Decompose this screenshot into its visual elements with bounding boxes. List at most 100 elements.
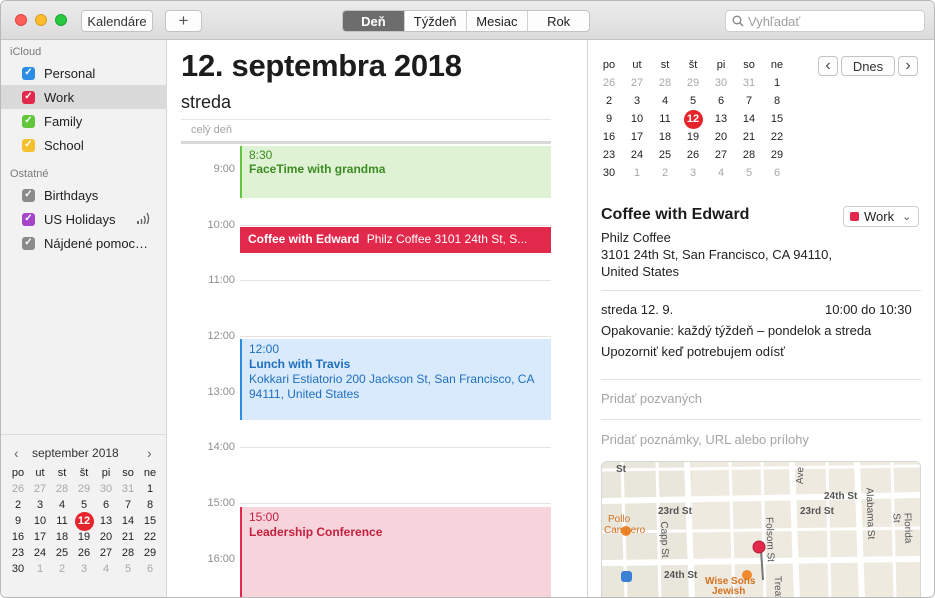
mini-left-day[interactable]: 8: [139, 499, 161, 511]
event-detail-location-name[interactable]: Philz Coffee: [601, 230, 671, 245]
mini-left-day[interactable]: 28: [51, 483, 73, 495]
sidebar-item-family[interactable]: ✓ Family: [1, 109, 167, 133]
sidebar-item-work[interactable]: ✓ Work: [1, 85, 167, 109]
mini-right-day[interactable]: 7: [738, 95, 760, 107]
mini-left-day[interactable]: 4: [95, 563, 117, 575]
mini-left-day[interactable]: 15: [139, 515, 161, 527]
mini-right-day[interactable]: 14: [738, 113, 760, 125]
mini-right-day[interactable]: 2: [654, 167, 676, 179]
mini-right-day[interactable]: 27: [626, 77, 648, 89]
mini-left-day[interactable]: 11: [51, 515, 73, 527]
mini-right-day[interactable]: 31: [738, 77, 760, 89]
calendar-picker[interactable]: Work ⌄: [843, 206, 919, 227]
mini-left-day[interactable]: 13: [95, 515, 117, 527]
mini-left-day[interactable]: 26: [7, 483, 29, 495]
mini-left-day[interactable]: 12: [73, 512, 95, 531]
mini-right-day[interactable]: 25: [654, 149, 676, 161]
mini-right-day[interactable]: 11: [654, 113, 676, 125]
mini-right-day[interactable]: 4: [654, 95, 676, 107]
event-detail-location-country[interactable]: United States: [601, 264, 679, 279]
mini-right-day[interactable]: 18: [654, 131, 676, 143]
mini-left-day[interactable]: 29: [139, 547, 161, 559]
event-detail-title[interactable]: Coffee with Edward: [601, 206, 749, 224]
mini-left-day[interactable]: 27: [29, 483, 51, 495]
sidebar-item-personal[interactable]: ✓ Personal: [1, 61, 167, 85]
search-field[interactable]: Vyhľadať: [725, 10, 925, 32]
mini-left-day[interactable]: 23: [7, 547, 29, 559]
mini-right-day[interactable]: 29: [766, 149, 788, 161]
mini-left-day[interactable]: 9: [7, 515, 29, 527]
mini-right-day[interactable]: 26: [598, 77, 620, 89]
mini-left-day[interactable]: 5: [73, 499, 95, 511]
mini-left-day[interactable]: 5: [117, 563, 139, 575]
sidebar-item-school[interactable]: ✓ School: [1, 133, 167, 157]
event-coffee-with-edward[interactable]: Coffee with Edward Philz Coffee 3101 24t…: [240, 227, 551, 253]
mini-right-day[interactable]: 23: [598, 149, 620, 161]
mini-right-day[interactable]: 9: [598, 113, 620, 125]
sidebar-item-found-in-apps[interactable]: ✓ Nájdené pomoc…: [1, 231, 167, 255]
mini-right-day[interactable]: 6: [766, 167, 788, 179]
mini-left-day[interactable]: 2: [51, 563, 73, 575]
mini-right-day[interactable]: 3: [682, 167, 704, 179]
mini-left-day[interactable]: 25: [51, 547, 73, 559]
mini-left-day[interactable]: 7: [117, 499, 139, 511]
mini-right-day[interactable]: 1: [626, 167, 648, 179]
mini-right-day[interactable]: 20: [710, 131, 732, 143]
event-detail-repeat[interactable]: Opakovanie: každý týždeň – pondelok a st…: [601, 323, 871, 338]
mini-right-day[interactable]: 24: [626, 149, 648, 161]
mini-left-day[interactable]: 30: [7, 563, 29, 575]
sidebar-item-birthdays[interactable]: ✓ Birthdays: [1, 183, 167, 207]
location-map[interactable]: St Ave 24th St 23rd St 23rd St 24th St P…: [601, 461, 921, 597]
add-notes-field[interactable]: Pridať poznámky, URL alebo prílohy: [601, 432, 809, 447]
event-lunch-with-travis[interactable]: 12:00 Lunch with Travis Kokkari Estiator…: [240, 339, 551, 420]
mini-right-day[interactable]: 28: [738, 149, 760, 161]
mini-left-day[interactable]: 19: [73, 531, 95, 543]
mini-right-day[interactable]: 1: [766, 77, 788, 89]
mini-left-day[interactable]: 16: [7, 531, 29, 543]
mini-right-day[interactable]: 12: [682, 110, 704, 129]
mini-left-day[interactable]: 1: [29, 563, 51, 575]
mini-right-day[interactable]: 30: [598, 167, 620, 179]
checkbox-icon[interactable]: ✓: [22, 212, 35, 226]
event-detail-time-range[interactable]: 10:00 do 10:30: [825, 302, 912, 317]
mini-right-day[interactable]: 22: [766, 131, 788, 143]
mini-right-day[interactable]: 5: [738, 167, 760, 179]
mini-right-day[interactable]: 10: [626, 113, 648, 125]
mini-left-day[interactable]: 4: [51, 499, 73, 511]
mini-right-day[interactable]: 6: [710, 95, 732, 107]
mini-left-day[interactable]: 6: [139, 563, 161, 575]
mini-left-day[interactable]: 3: [73, 563, 95, 575]
calendars-button[interactable]: Kalendáre: [81, 10, 153, 32]
tab-month[interactable]: Mesiac: [465, 11, 528, 31]
close-window-button[interactable]: [15, 14, 27, 26]
mini-left-day[interactable]: 31: [117, 483, 139, 495]
mini-left-day[interactable]: 18: [51, 531, 73, 543]
checkbox-icon[interactable]: ✓: [22, 236, 35, 250]
checkbox-icon[interactable]: ✓: [22, 66, 35, 80]
mini-right-day[interactable]: 21: [738, 131, 760, 143]
prev-month-button[interactable]: ‹: [14, 445, 19, 461]
mini-left-day[interactable]: 26: [73, 547, 95, 559]
mini-right-day[interactable]: 29: [682, 77, 704, 89]
mini-right-day[interactable]: 4: [710, 167, 732, 179]
tab-week[interactable]: Týždeň: [403, 11, 466, 31]
mini-right-day[interactable]: 3: [626, 95, 648, 107]
prev-period-button[interactable]: ‹: [818, 56, 838, 76]
mini-right-day[interactable]: 13: [710, 113, 732, 125]
event-detail-date[interactable]: streda 12. 9.: [601, 302, 673, 317]
mini-right-day[interactable]: 30: [710, 77, 732, 89]
mini-right-day[interactable]: 26: [682, 149, 704, 161]
mini-right-day[interactable]: 8: [766, 95, 788, 107]
mini-left-day[interactable]: 29: [73, 483, 95, 495]
mini-left-day[interactable]: 10: [29, 515, 51, 527]
mini-left-day[interactable]: 6: [95, 499, 117, 511]
mini-left-day[interactable]: 24: [29, 547, 51, 559]
checkbox-icon[interactable]: ✓: [22, 188, 35, 202]
mini-left-day[interactable]: 22: [139, 531, 161, 543]
tab-year[interactable]: Rok: [527, 11, 589, 31]
mini-left-day[interactable]: 20: [95, 531, 117, 543]
next-period-button[interactable]: ›: [898, 56, 918, 76]
checkbox-icon[interactable]: ✓: [22, 138, 35, 152]
mini-left-day[interactable]: 2: [7, 499, 29, 511]
today-button[interactable]: Dnes: [841, 56, 895, 76]
